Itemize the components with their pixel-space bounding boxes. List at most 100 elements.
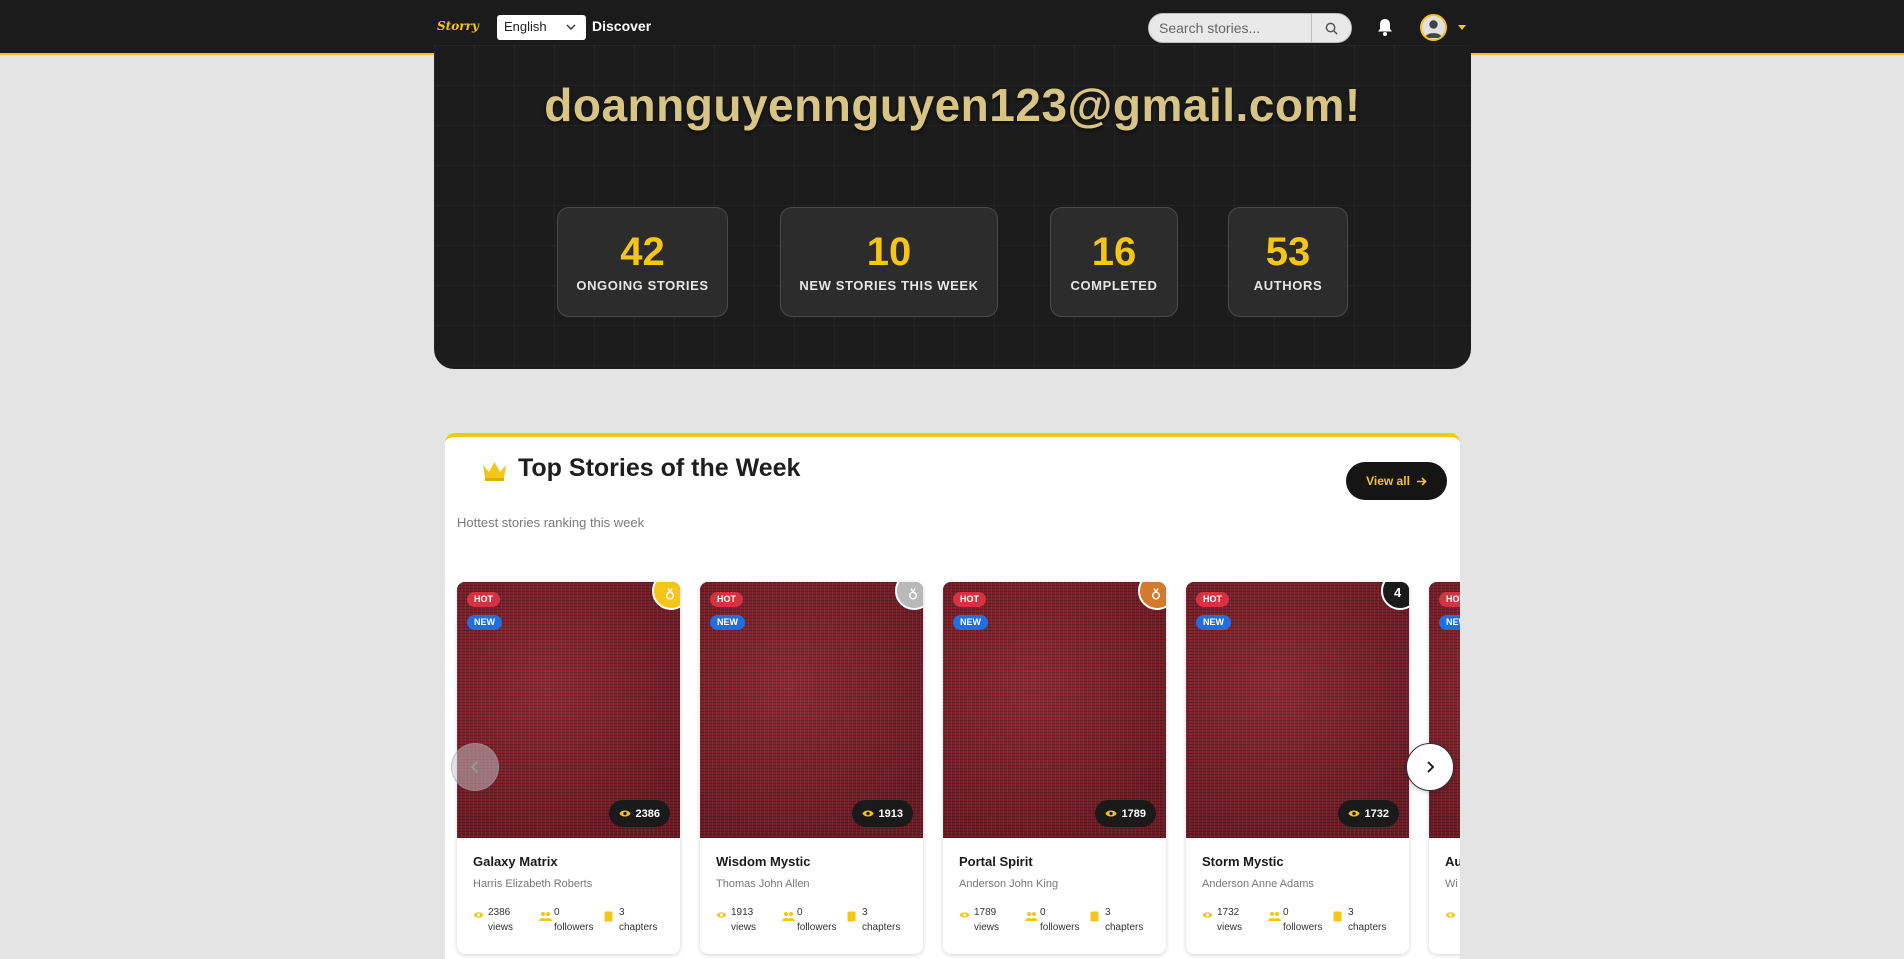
hero-banner: doannguyennguyen123@gmail.com! 42 ONGOIN…: [434, 45, 1471, 369]
meta-label: chapters: [1105, 922, 1144, 933]
meta-label: followers: [554, 922, 594, 933]
new-badge: NEW: [1439, 615, 1460, 630]
meta-label: views: [974, 922, 1000, 933]
new-badge: NEW: [1196, 615, 1231, 630]
story-author[interactable]: Anderson Anne Adams: [1202, 878, 1314, 890]
story-card[interactable]: HOT NEW 1913 Wisdom Mystic Thomas John A…: [700, 582, 923, 954]
new-badge: NEW: [710, 615, 745, 630]
story-card[interactable]: HOT NEW 4 1732 Storm Mystic Anderson Ann…: [1186, 582, 1409, 954]
bell-icon[interactable]: [1376, 17, 1394, 37]
chapters-meta: 3 chapters: [1090, 905, 1143, 935]
crown-icon: [483, 462, 506, 481]
views-meta: 1732 views: [1202, 905, 1242, 935]
views-pill: 1732: [1337, 800, 1399, 827]
new-badge: NEW: [953, 615, 988, 630]
stat-label: COMPLETED: [1070, 278, 1158, 293]
story-title[interactable]: Wisdom Mystic: [716, 854, 811, 869]
views-pill: 1789: [1094, 800, 1156, 827]
users-icon: [539, 912, 552, 921]
meta-label: followers: [797, 922, 837, 933]
meta-label: chapters: [1348, 922, 1387, 933]
stat-value: 10: [866, 230, 912, 274]
stat-value: 42: [620, 230, 665, 274]
medal-icon: [1152, 588, 1160, 600]
book-icon: [604, 911, 613, 922]
story-author[interactable]: Harris Elizabeth Roberts: [473, 878, 592, 890]
section-subtitle: Hottest stories ranking this week: [457, 515, 645, 530]
eye-icon: [1348, 810, 1360, 817]
views-count: 2386: [635, 807, 660, 820]
followers-meta: 0 followers: [539, 905, 593, 935]
eye-icon: [1105, 810, 1117, 817]
book-icon: [1333, 911, 1342, 922]
meta-label: views: [731, 922, 757, 933]
chevron-right-icon: [1427, 761, 1435, 773]
views-count: 1732: [1364, 807, 1389, 820]
view-all-label: View all: [1366, 474, 1410, 488]
section-title: Top Stories of the Week: [518, 454, 801, 482]
story-title[interactable]: Portal Spirit: [959, 854, 1033, 869]
meta-label: views: [1217, 922, 1243, 933]
meta-label: chapters: [862, 922, 901, 933]
eye-icon: [1445, 912, 1456, 918]
user-icon: [1425, 20, 1442, 38]
views-meta: 1789 views: [959, 905, 999, 935]
site-logo[interactable]: Storry: [437, 19, 479, 33]
eye-icon: [959, 912, 970, 918]
stat-value: 16: [1091, 230, 1137, 274]
chevron-down-icon: [566, 24, 576, 30]
top-stories-section: Top Stories of the Week Hottest stories …: [445, 433, 1460, 959]
story-title[interactable]: Storm Mystic: [1202, 854, 1284, 869]
meta-label: chapters: [619, 922, 658, 933]
story-author[interactable]: Thomas John Allen: [716, 878, 810, 890]
eye-icon: [619, 810, 631, 817]
story-card[interactable]: HOT NEW 1789 Portal Spirit Anderson John…: [943, 582, 1166, 954]
stat-label: AUTHORS: [1253, 278, 1323, 293]
search-button[interactable]: [1311, 14, 1351, 42]
stat-completed: 16 COMPLETED: [1050, 207, 1178, 317]
story-author[interactable]: Anderson John King: [959, 878, 1058, 890]
medal-icon: [666, 588, 674, 600]
welcome-title: doannguyennguyen123@gmail.com!: [544, 79, 1361, 131]
eye-icon: [1202, 912, 1213, 918]
hot-badge: HOT: [953, 592, 986, 607]
meta-label: views: [488, 922, 514, 933]
chapters-meta: 3 chapters: [847, 905, 900, 935]
views-pill: 1913: [851, 800, 913, 827]
story-title[interactable]: Au: [1445, 854, 1460, 869]
stat-label: ONGOING STORIES: [576, 278, 709, 293]
new-badge: NEW: [467, 615, 502, 630]
eye-icon: [473, 912, 484, 918]
eye-icon: [716, 912, 727, 918]
user-avatar[interactable]: [1420, 14, 1447, 41]
view-all-button[interactable]: View all: [1346, 462, 1447, 500]
stat-label: NEW STORIES THIS WEEK: [799, 278, 979, 293]
views-meta: 2386 views: [473, 905, 513, 935]
search-input[interactable]: [1149, 14, 1309, 42]
users-icon: [782, 912, 795, 921]
meta-label: followers: [1040, 922, 1080, 933]
story-author[interactable]: Wi: [1445, 878, 1458, 890]
hot-badge: HOT: [1439, 592, 1460, 607]
carousel-next-button[interactable]: [1406, 743, 1454, 791]
users-icon: [1025, 912, 1038, 921]
views-meta: 1913 views: [716, 905, 756, 935]
followers-meta: 0 followers: [782, 905, 836, 935]
story-title[interactable]: Galaxy Matrix: [473, 854, 558, 869]
language-select[interactable]: English: [497, 15, 586, 40]
stat-new-this-week: 10 NEW STORIES THIS WEEK: [780, 207, 998, 317]
language-select-value: English: [504, 19, 547, 34]
stat-value: 53: [1265, 230, 1311, 274]
chevron-left-icon: [470, 761, 478, 773]
views-count: 1789: [1121, 807, 1146, 820]
users-icon: [1268, 912, 1281, 921]
followers-meta: 0 followers: [1268, 905, 1322, 935]
chapters-meta: 3 chapters: [604, 905, 657, 935]
carousel-prev-button[interactable]: [451, 743, 499, 791]
followers-meta: 0 followers: [1025, 905, 1079, 935]
search-icon: [1325, 22, 1338, 35]
book-icon: [847, 911, 856, 922]
nav-discover-link[interactable]: Discover: [592, 18, 651, 34]
hot-badge: HOT: [1196, 592, 1229, 607]
caret-down-icon[interactable]: [1458, 25, 1466, 30]
